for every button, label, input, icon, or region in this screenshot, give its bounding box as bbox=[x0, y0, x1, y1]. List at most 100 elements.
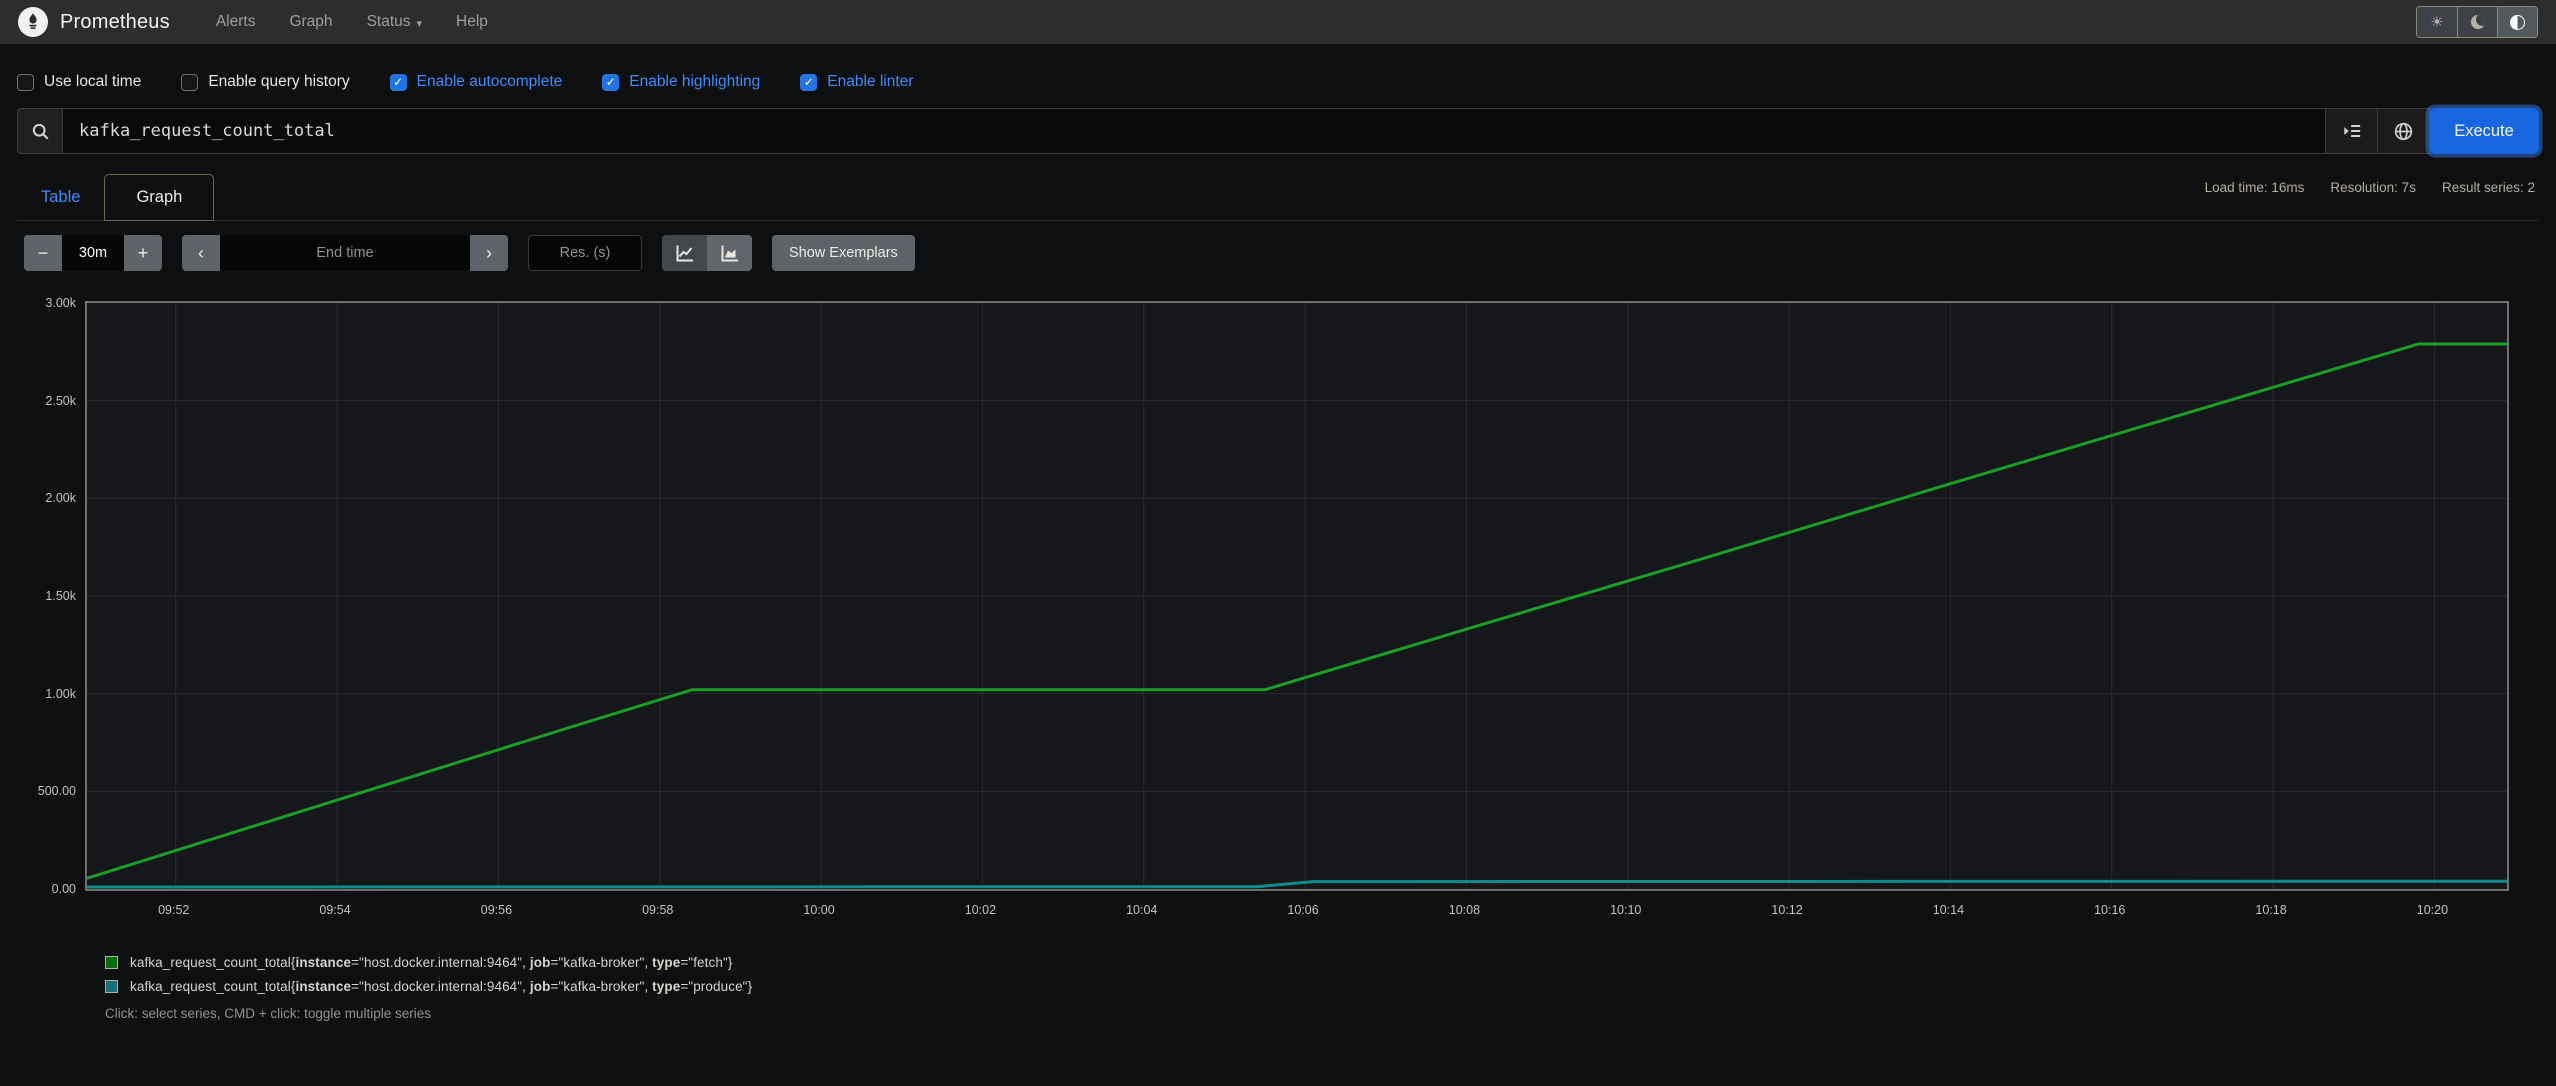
execute-button[interactable]: Execute bbox=[2429, 108, 2539, 154]
checkbox-box: ✓ bbox=[181, 73, 199, 91]
time-forward-button[interactable]: › bbox=[470, 235, 508, 271]
legend-item[interactable]: kafka_request_count_total{instance="host… bbox=[105, 955, 2556, 970]
query-bar: Execute bbox=[17, 108, 2539, 154]
theme-toggle-group: ☀ bbox=[2416, 6, 2538, 38]
auto-theme-button[interactable] bbox=[2497, 7, 2537, 37]
search-addon bbox=[17, 108, 63, 154]
range-input[interactable] bbox=[62, 235, 124, 271]
range-increase-button[interactable]: + bbox=[124, 235, 162, 271]
tab-table[interactable]: Table bbox=[17, 174, 104, 220]
end-time-group: ‹ › bbox=[182, 235, 508, 271]
checkbox-box: ✓ bbox=[800, 73, 818, 91]
options-row: ✓ Use local time ✓ Enable query history … bbox=[0, 44, 2556, 96]
nav-item-help[interactable]: Help bbox=[456, 13, 488, 31]
dark-theme-button[interactable] bbox=[2457, 7, 2497, 37]
checkbox-box: ✓ bbox=[17, 73, 34, 91]
checkbox-label: Use local time bbox=[44, 73, 142, 90]
x-tick-label: 10:02 bbox=[964, 903, 997, 917]
checkbox-enable-autocomplete[interactable]: ✓ Enable autocomplete bbox=[389, 73, 563, 91]
x-tick-label: 10:08 bbox=[1448, 903, 1481, 917]
checkbox-label: Enable autocomplete bbox=[416, 73, 563, 90]
check-icon: ✓ bbox=[803, 74, 814, 89]
checkbox-box: ✓ bbox=[602, 73, 620, 91]
y-tick-label: 500.00 bbox=[37, 784, 76, 799]
chevron-down-icon: ▾ bbox=[416, 17, 423, 30]
y-tick-label: 2.00k bbox=[45, 491, 76, 506]
checkbox-box: ✓ bbox=[389, 73, 407, 91]
checkbox-enable-query-history[interactable]: ✓ Enable query history bbox=[181, 73, 350, 91]
y-tick-label: 1.00k bbox=[45, 686, 76, 701]
legend-series-label: kafka_request_count_total{instance="host… bbox=[130, 955, 733, 970]
resolution: Resolution: 7s bbox=[2330, 180, 2416, 195]
x-tick-label: 10:06 bbox=[1287, 903, 1319, 917]
line-chart-icon bbox=[676, 245, 693, 262]
y-tick-label: 2.50k bbox=[45, 393, 76, 408]
range-decrease-button[interactable]: − bbox=[24, 235, 62, 271]
resolution-input[interactable] bbox=[528, 235, 642, 271]
series-line bbox=[87, 879, 2507, 889]
light-theme-button[interactable]: ☀ bbox=[2417, 7, 2457, 37]
time-back-button[interactable]: ‹ bbox=[182, 235, 220, 271]
query-input[interactable] bbox=[63, 108, 2326, 154]
legend-swatch bbox=[105, 956, 118, 969]
legend-hint: Click: select series, CMD + click: toggl… bbox=[105, 1006, 431, 1021]
checkbox-enable-highlighting[interactable]: ✓ Enable highlighting bbox=[602, 73, 760, 91]
range-group: − + bbox=[24, 235, 162, 271]
chart-type-toggle bbox=[662, 235, 752, 271]
search-icon bbox=[32, 123, 48, 139]
nav-item-alerts[interactable]: Alerts bbox=[216, 13, 256, 31]
navbar: Prometheus Alerts Graph Status ▾ Help ☀ bbox=[0, 0, 2556, 44]
result-series: Result series: 2 bbox=[2441, 180, 2535, 195]
x-tick-label: 10:12 bbox=[1771, 903, 1803, 917]
y-tick-label: 0.00 bbox=[51, 882, 76, 896]
nav-item-graph[interactable]: Graph bbox=[289, 13, 332, 31]
nav-item-status[interactable]: Status ▾ bbox=[367, 13, 422, 31]
legend: kafka_request_count_total{instance="host… bbox=[105, 955, 2556, 1021]
x-tick-label: 10:20 bbox=[2416, 903, 2449, 917]
x-tick-label: 10:10 bbox=[1610, 903, 1642, 917]
x-tick-label: 10:00 bbox=[803, 903, 835, 917]
checkbox-label: Enable query history bbox=[208, 73, 350, 90]
x-tick-label: 10:04 bbox=[1126, 903, 1158, 917]
prometheus-torch-icon bbox=[18, 7, 48, 37]
series-line bbox=[87, 342, 2507, 880]
x-tick-label: 09:56 bbox=[480, 903, 513, 917]
plot-canvas[interactable] bbox=[85, 301, 2509, 891]
query-stats: Load time: 16ms Resolution: 7s Result se… bbox=[2205, 180, 2535, 195]
checkbox-enable-linter[interactable]: ✓ Enable linter bbox=[800, 73, 913, 91]
legend-series-label: kafka_request_count_total{instance="host… bbox=[130, 979, 753, 994]
line-chart-button[interactable] bbox=[662, 235, 707, 271]
sun-icon: ☀ bbox=[2430, 14, 2444, 31]
checkbox-use-local-time[interactable]: ✓ Use local time bbox=[17, 73, 141, 91]
checkbox-label: Enable highlighting bbox=[629, 73, 761, 90]
stacked-chart-button[interactable] bbox=[707, 235, 752, 271]
tabs-row: Table Graph Load time: 16ms Resolution: … bbox=[17, 174, 2539, 221]
x-tick-label: 10:18 bbox=[2255, 903, 2287, 917]
brand-title: Prometheus bbox=[60, 10, 170, 33]
x-tick-label: 09:58 bbox=[642, 903, 674, 917]
x-tick-label: 10:16 bbox=[2094, 903, 2126, 917]
y-tick-label: 1.50k bbox=[45, 589, 76, 603]
check-icon: ✓ bbox=[393, 74, 404, 89]
chart-area: 0.00 500.00 1.00k 1.50k 2.00k 2.50k 3.00k 09:5… bbox=[0, 296, 2556, 941]
tree-format-icon bbox=[2343, 125, 2360, 137]
graph-controls: − + ‹ › Show Exemplars bbox=[24, 235, 2539, 271]
stacked-chart-icon bbox=[721, 245, 738, 262]
nav-links: Alerts Graph Status ▾ Help bbox=[216, 13, 488, 31]
show-exemplars-button[interactable]: Show Exemplars bbox=[772, 235, 915, 271]
legend-swatch bbox=[105, 980, 118, 993]
legend-list: kafka_request_count_total{instance="host… bbox=[105, 955, 2556, 994]
load-time: Load time: 16ms bbox=[2204, 180, 2305, 195]
half-circle-icon bbox=[2510, 14, 2525, 30]
end-time-input[interactable] bbox=[220, 235, 470, 271]
brand-link[interactable]: Prometheus bbox=[18, 7, 170, 37]
moon-icon bbox=[2470, 15, 2485, 29]
y-tick-label: 3.00k bbox=[45, 296, 76, 310]
metrics-explorer-button[interactable] bbox=[2326, 108, 2378, 154]
x-tick-label: 10:14 bbox=[1932, 903, 1965, 917]
check-icon: ✓ bbox=[605, 74, 616, 89]
checkbox-label: Enable linter bbox=[827, 73, 914, 90]
explain-query-button[interactable] bbox=[2378, 108, 2430, 154]
legend-item[interactable]: kafka_request_count_total{instance="host… bbox=[105, 979, 2556, 994]
tab-graph[interactable]: Graph bbox=[104, 174, 215, 221]
